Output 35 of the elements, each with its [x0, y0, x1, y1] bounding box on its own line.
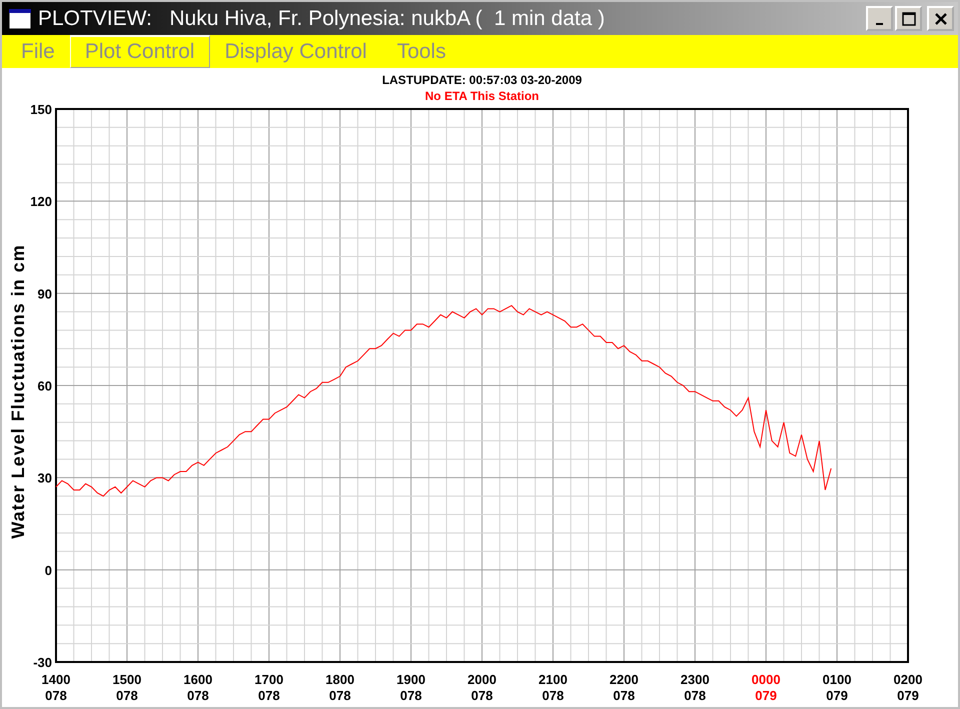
minimize-button[interactable]: [866, 6, 893, 31]
y-tick-label: 150: [30, 102, 52, 117]
y-tick-label: 30: [38, 470, 52, 486]
y-tick-label: 90: [38, 286, 52, 302]
menu-item[interactable]: Plot Control: [70, 35, 210, 68]
close-icon: [934, 12, 948, 26]
y-tick-label: -30: [33, 655, 52, 670]
maximize-button[interactable]: [895, 6, 922, 31]
menu-item[interactable]: File: [6, 35, 70, 68]
x-tick-label: 1800 078: [326, 672, 354, 703]
x-tick-label: 1700 078: [254, 672, 284, 703]
x-tick-label: 1400 078: [42, 672, 70, 703]
x-tick-label: 0200 079: [894, 672, 922, 703]
y-tick-label: 60: [38, 378, 52, 394]
window-icon: [8, 8, 32, 30]
x-tick-label: 2300 078: [680, 672, 710, 703]
x-tick-label: 2100 078: [538, 672, 568, 703]
x-tick-label: 2200 078: [610, 672, 638, 703]
eta-note: No ETA This Station: [425, 89, 539, 103]
last-update-text: LASTUPDATE: 00:57:03 03-20-2009: [382, 73, 582, 87]
x-tick-label: 0000 079: [752, 672, 780, 703]
minimize-icon: [876, 22, 883, 24]
x-tick-label: 1900 078: [396, 672, 426, 703]
menu-item[interactable]: Display Control: [210, 35, 382, 68]
x-tick-label: 1500 078: [112, 672, 142, 703]
maximize-icon: [902, 12, 916, 26]
y-tick-label: 0: [44, 562, 52, 578]
y-tick-label: 120: [30, 194, 52, 210]
window-title: PLOTVIEW: Nuku Hiva, Fr. Polynesia: nukbA ( 1 min data ): [38, 6, 606, 30]
y-axis-title: Water Level Fluctuations in cm: [8, 244, 28, 539]
menu-item[interactable]: Tools: [382, 35, 461, 68]
x-tick-label: 1600 078: [184, 672, 212, 703]
x-tick-label: 2000 078: [468, 672, 496, 703]
close-button[interactable]: [927, 6, 954, 31]
x-tick-label: 0100 079: [822, 672, 852, 703]
